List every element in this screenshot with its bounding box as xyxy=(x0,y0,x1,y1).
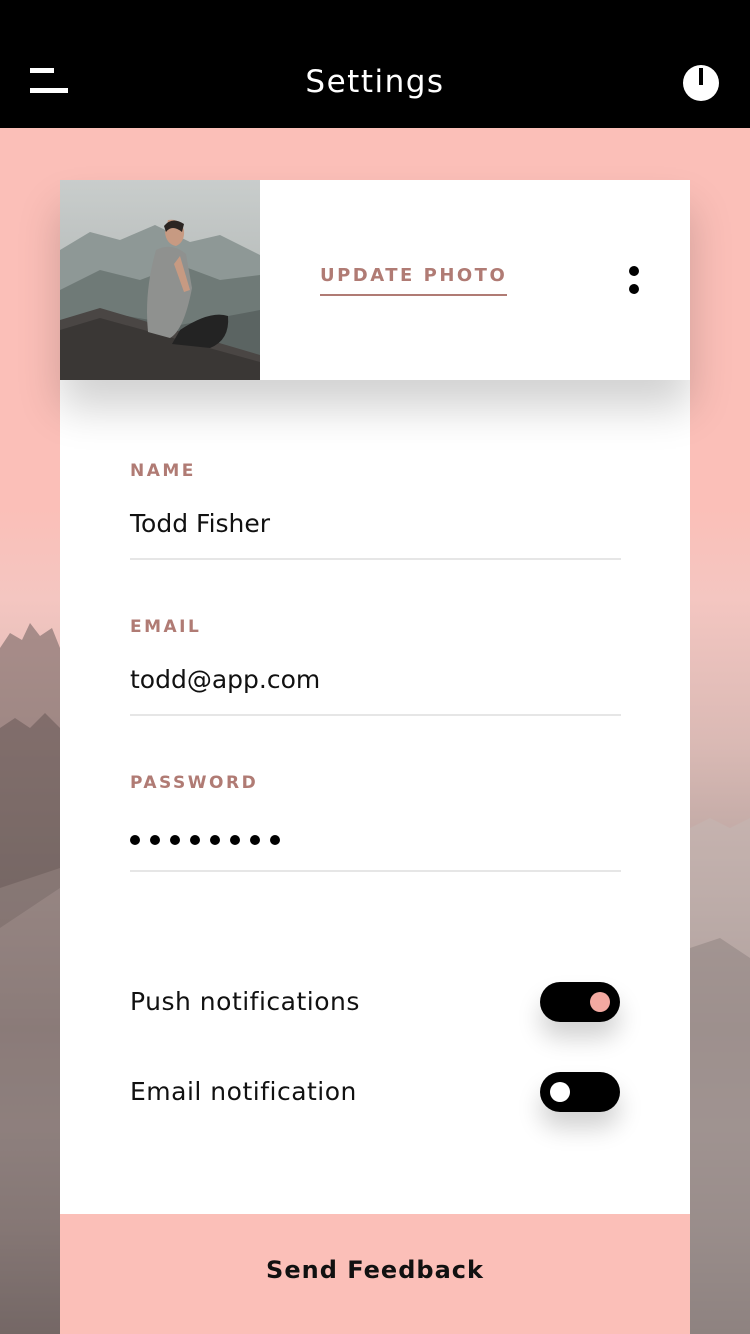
email-input[interactable]: todd@app.com xyxy=(130,664,621,696)
page-title: Settings xyxy=(305,64,445,100)
update-photo-button[interactable]: UPDATE PHOTO xyxy=(320,264,508,296)
password-mask-dot xyxy=(250,835,260,845)
password-mask-dot xyxy=(210,835,220,845)
toggle-knob xyxy=(550,1082,570,1102)
password-field: PASSWORD xyxy=(130,772,621,872)
password-input[interactable] xyxy=(130,820,621,852)
name-underline xyxy=(130,558,621,560)
email-notification-row: Email notification xyxy=(130,1072,620,1112)
password-label: PASSWORD xyxy=(130,773,259,793)
email-label: EMAIL xyxy=(130,617,202,637)
profile-photo-row: UPDATE PHOTO xyxy=(60,180,690,380)
email-notification-toggle[interactable] xyxy=(540,1072,620,1112)
top-bar: Settings xyxy=(0,0,750,128)
settings-card: UPDATE PHOTO NAME Todd Fisher EMAIL todd… xyxy=(60,180,690,1334)
name-label: NAME xyxy=(130,461,196,481)
email-notification-label: Email notification xyxy=(130,1077,357,1106)
profile-photo xyxy=(60,180,260,380)
power-icon[interactable] xyxy=(682,64,720,102)
password-mask-dot xyxy=(270,835,280,845)
push-notifications-toggle[interactable] xyxy=(540,982,620,1022)
password-mask-dot xyxy=(130,835,140,845)
name-field: NAME Todd Fisher xyxy=(130,460,621,560)
password-mask-dot xyxy=(150,835,160,845)
email-underline xyxy=(130,714,621,716)
push-notifications-row: Push notifications xyxy=(130,982,620,1022)
send-feedback-button[interactable]: Send Feedback xyxy=(60,1214,690,1334)
password-mask-dot xyxy=(230,835,240,845)
password-mask-dot xyxy=(190,835,200,845)
more-vertical-icon[interactable] xyxy=(622,264,646,298)
name-input[interactable]: Todd Fisher xyxy=(130,508,621,540)
toggle-knob xyxy=(590,992,610,1012)
password-underline xyxy=(130,870,621,872)
password-mask-dot xyxy=(170,835,180,845)
push-notifications-label: Push notifications xyxy=(130,987,360,1016)
send-feedback-label: Send Feedback xyxy=(266,1256,484,1284)
email-field: EMAIL todd@app.com xyxy=(130,616,621,716)
